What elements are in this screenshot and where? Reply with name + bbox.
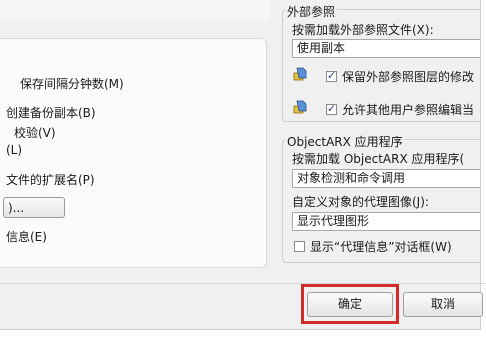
- top-strip: [0, 0, 270, 20]
- retain-xref-layer-checkbox[interactable]: [326, 69, 337, 82]
- allow-xref-edit-label[interactable]: 允许其他用户参照编辑当: [342, 101, 474, 118]
- proxy-image-label: 自定义对象的代理图像(J):: [292, 195, 429, 209]
- objectarx-load-select[interactable]: 对象检测和命令调用: [292, 169, 480, 188]
- allow-xref-edit-checkbox[interactable]: [326, 102, 337, 115]
- show-proxy-dialog-checkbox[interactable]: [294, 241, 305, 252]
- autosave-interval-label: 保存间隔分钟数(M): [20, 77, 124, 91]
- temp-file-extension-label: 文件的扩展名(P): [6, 173, 95, 187]
- retain-xref-layer-label[interactable]: 保留外部参照图层的修改: [342, 68, 474, 85]
- log-file-label[interactable]: (L): [6, 143, 22, 157]
- security-options-button[interactable]: )...: [3, 197, 65, 218]
- info-label: 信息(E): [6, 230, 47, 244]
- cancel-button[interactable]: 取消: [403, 292, 483, 317]
- footer-divider: [0, 283, 486, 284]
- objectarx-load-label: 按需加载 ObjectARX 应用程序(: [292, 152, 465, 166]
- xref-edit-icon: [293, 100, 307, 114]
- show-proxy-dialog-label[interactable]: 显示“代理信息”对话框(W): [310, 238, 452, 255]
- xref-load-label: 按需加载外部参照文件(X):: [292, 23, 434, 37]
- objectarx-group-title: ObjectARX 应用程序: [285, 133, 405, 150]
- crc-check-label[interactable]: 校验(V): [14, 124, 56, 141]
- options-dialog: 保存间隔分钟数(M) 创建备份副本(B) 校验(V) (L) 文件的扩展名(P)…: [0, 0, 481, 330]
- create-backup-label[interactable]: 创建备份副本(B): [6, 104, 96, 121]
- ok-button-highlight: [301, 284, 399, 324]
- xref-group-title: 外部参照: [285, 3, 338, 20]
- xref-load-select[interactable]: 使用副本: [292, 39, 480, 58]
- proxy-image-select[interactable]: 显示代理图形: [292, 212, 480, 231]
- xref-layer-icon: [293, 67, 307, 81]
